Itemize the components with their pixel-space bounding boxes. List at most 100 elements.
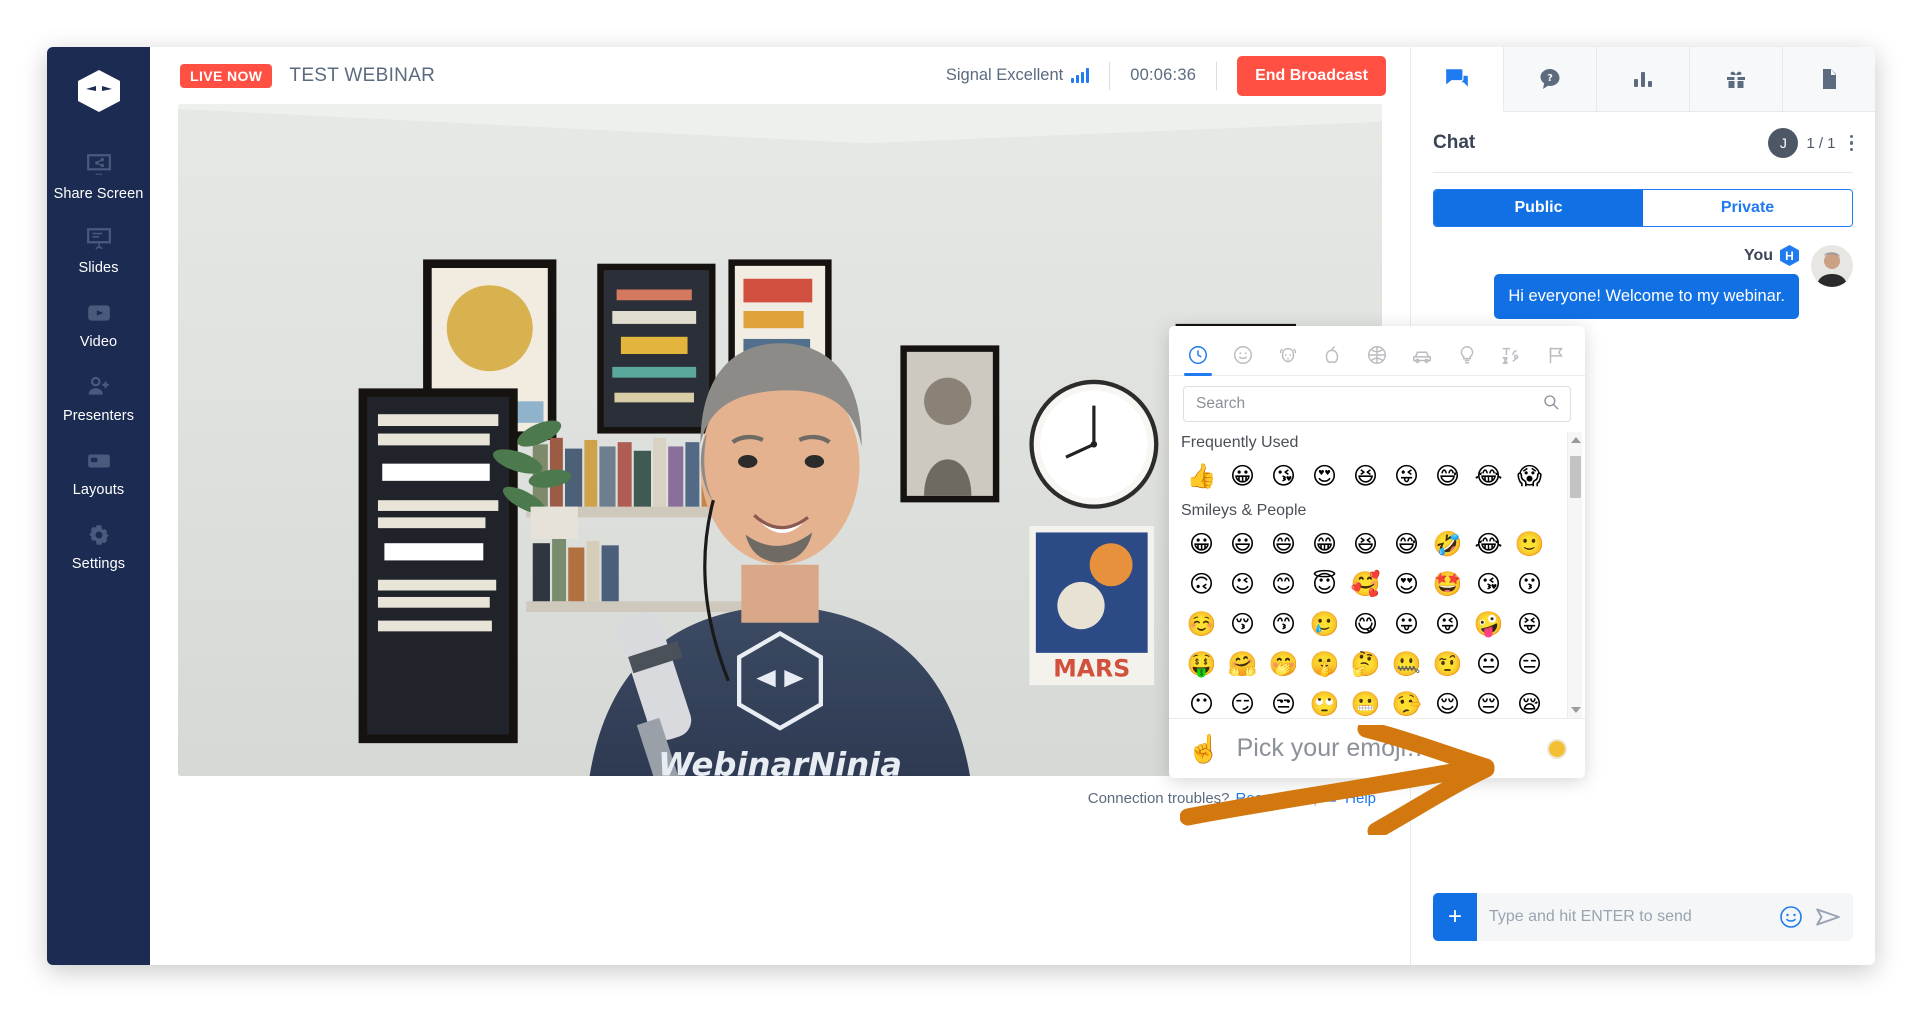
emoji-cell[interactable]: 😬	[1345, 684, 1386, 718]
emoji-category-animals-nature[interactable]	[1273, 335, 1303, 375]
emoji-category-flags[interactable]	[1541, 335, 1571, 375]
emoji-cell[interactable]: 😘	[1468, 564, 1509, 604]
emoji-cell[interactable]: 😌	[1427, 684, 1468, 718]
add-attachment-button[interactable]: +	[1433, 893, 1477, 941]
emoji-cell[interactable]: 😋	[1345, 604, 1386, 644]
emoji-cell[interactable]: 🤭	[1263, 644, 1304, 684]
svg-text:?: ?	[1547, 73, 1553, 84]
emoji-cell[interactable]: 😜	[1427, 604, 1468, 644]
emoji-scrollbar[interactable]	[1567, 432, 1582, 718]
emoji-cell[interactable]: 👍	[1181, 456, 1222, 496]
emoji-cell[interactable]: 😍	[1304, 456, 1345, 496]
chat-input[interactable]	[1477, 908, 1779, 926]
emoji-grid[interactable]: 😀 😃 😄 😁 😆 😅 🤣 😂 🙂 🙃 😉 😊 😇 🥰 😍 🤩 😘 😗 ☺️ 😚 😙 🥲 😋 😛 😜 🤪 😝 🤑 🤗 🤭 🤫 🤔 🤐 🤨 😐 😑 😶 😏 😒…	[1181, 524, 1585, 718]
tab-handouts[interactable]	[1783, 47, 1875, 111]
tab-chat[interactable]	[1411, 47, 1504, 112]
scrollbar-thumb[interactable]	[1570, 456, 1581, 498]
reconnect-link[interactable]: Reconnect	[1236, 790, 1308, 807]
chat-scope-public[interactable]: Public	[1434, 190, 1643, 226]
sidebar-item-presenters[interactable]: Presenters	[47, 361, 150, 435]
emoji-cell[interactable]: 😄	[1263, 524, 1304, 564]
emoji-category-symbols[interactable]	[1496, 335, 1526, 375]
more-vertical-icon[interactable]	[1849, 134, 1853, 152]
emoji-cell[interactable]: 🤔	[1345, 644, 1386, 684]
emoji-cell[interactable]: ☺️	[1181, 604, 1222, 644]
end-broadcast-button[interactable]: End Broadcast	[1237, 55, 1386, 96]
emoji-cell[interactable]: 🥲	[1304, 604, 1345, 644]
sidebar-item-layouts[interactable]: Layouts	[47, 435, 150, 509]
emoji-cell[interactable]: 🤣	[1427, 524, 1468, 564]
emoji-cell[interactable]: 😅	[1427, 456, 1468, 496]
send-paper-plane-icon[interactable]	[1815, 904, 1841, 930]
emoji-cell[interactable]: 🤑	[1181, 644, 1222, 684]
emoji-cell[interactable]: 😆	[1345, 456, 1386, 496]
chat-message: You H Hi everyone! Welcome to my webinar…	[1433, 245, 1853, 320]
emoji-cell[interactable]: 😱	[1509, 456, 1550, 496]
emoji-cell[interactable]: 😶	[1181, 684, 1222, 718]
emoji-cell[interactable]: 😘	[1263, 456, 1304, 496]
emoji-category-smileys-people[interactable]	[1228, 335, 1258, 375]
emoji-cell[interactable]: 😇	[1304, 564, 1345, 604]
tab-questions[interactable]: ?	[1504, 47, 1597, 111]
sidebar-item-label: Presenters	[62, 408, 135, 424]
emoji-cell[interactable]: 😂	[1468, 524, 1509, 564]
emoji-cell[interactable]: 😃	[1222, 524, 1263, 564]
emoji-cell[interactable]: 😚	[1222, 604, 1263, 644]
emoji-cell[interactable]: 🤥	[1386, 684, 1427, 718]
tab-offers[interactable]	[1690, 47, 1783, 111]
emoji-cell[interactable]: 🤗	[1222, 644, 1263, 684]
emoji-cell[interactable]: 😙	[1263, 604, 1304, 644]
emoji-picker-popover[interactable]: Frequently Used 👍😀😘😍😆😜😅😂😱 Smileys & Peop…	[1169, 326, 1585, 778]
scroll-down-arrow-icon[interactable]	[1571, 707, 1581, 713]
emoji-search-input[interactable]	[1194, 394, 1542, 414]
emoji-cell[interactable]: 😀	[1222, 456, 1263, 496]
emoji-cell[interactable]: 😍	[1386, 564, 1427, 604]
emoji-cell[interactable]: 😑	[1509, 644, 1550, 684]
emoji-cell[interactable]: 🥰	[1345, 564, 1386, 604]
emoji-category-food-drink[interactable]	[1317, 335, 1347, 375]
sidebar-item-share-screen[interactable]: Share Screen	[47, 139, 150, 213]
sidebar-item-slides[interactable]: Slides	[47, 213, 150, 287]
emoji-cell[interactable]: 😀	[1181, 524, 1222, 564]
emoji-cell[interactable]: 😝	[1509, 604, 1550, 644]
chat-scope-private[interactable]: Private	[1643, 190, 1852, 226]
emoji-category-travel-places[interactable]	[1407, 335, 1437, 375]
emoji-cell[interactable]: 🙂	[1509, 524, 1550, 564]
emoji-cell[interactable]: 😪	[1509, 684, 1550, 718]
emoji-cell[interactable]: 😅	[1386, 524, 1427, 564]
tab-polls[interactable]	[1597, 47, 1690, 111]
emoji-category-activities[interactable]	[1362, 335, 1392, 375]
emoji-cell[interactable]: 🤨	[1427, 644, 1468, 684]
emoji-cell[interactable]: 😂	[1468, 456, 1509, 496]
emoji-cell[interactable]: 😉	[1222, 564, 1263, 604]
emoji-cell[interactable]: 😔	[1468, 684, 1509, 718]
emoji-cell[interactable]: 😒	[1263, 684, 1304, 718]
smiley-face-icon[interactable]	[1779, 905, 1803, 929]
scroll-up-arrow-icon[interactable]	[1571, 437, 1581, 443]
emoji-cell[interactable]: 😁	[1304, 524, 1345, 564]
emoji-category-frequently-used[interactable]	[1183, 335, 1213, 376]
emoji-category-objects[interactable]	[1452, 335, 1482, 375]
skin-tone-selector[interactable]	[1547, 738, 1567, 759]
emoji-cell[interactable]: 😏	[1222, 684, 1263, 718]
emoji-grid[interactable]: 👍 😀 😘 😍 😆 😜 😅 😂 😱	[1181, 456, 1585, 496]
question-bubble-icon: ?	[1540, 69, 1560, 89]
emoji-cell[interactable]: 😗	[1509, 564, 1550, 604]
emoji-cell[interactable]: 😐	[1468, 644, 1509, 684]
divider	[1216, 61, 1218, 90]
emoji-cell[interactable]: 🤩	[1427, 564, 1468, 604]
emoji-grid-scroll-area[interactable]: Frequently Used 👍 😀 😘 😍 😆 😜 😅 😂 😱 Smileys & Peop…	[1169, 428, 1585, 718]
emoji-cell[interactable]: 🤫	[1304, 644, 1345, 684]
sidebar-item-settings[interactable]: Settings	[47, 509, 150, 583]
emoji-cell[interactable]: 🤪	[1468, 604, 1509, 644]
emoji-cell[interactable]: 🙃	[1181, 564, 1222, 604]
emoji-cell[interactable]: 😜	[1386, 456, 1427, 496]
help-link[interactable]: Help	[1345, 790, 1376, 807]
sidebar-item-label: Slides	[78, 260, 119, 276]
emoji-cell[interactable]: 🤐	[1386, 644, 1427, 684]
emoji-cell[interactable]: 😆	[1345, 524, 1386, 564]
emoji-cell[interactable]: 😊	[1263, 564, 1304, 604]
sidebar-item-video[interactable]: Video	[47, 287, 150, 361]
emoji-cell[interactable]: 😛	[1386, 604, 1427, 644]
emoji-cell[interactable]: 🙄	[1304, 684, 1345, 718]
